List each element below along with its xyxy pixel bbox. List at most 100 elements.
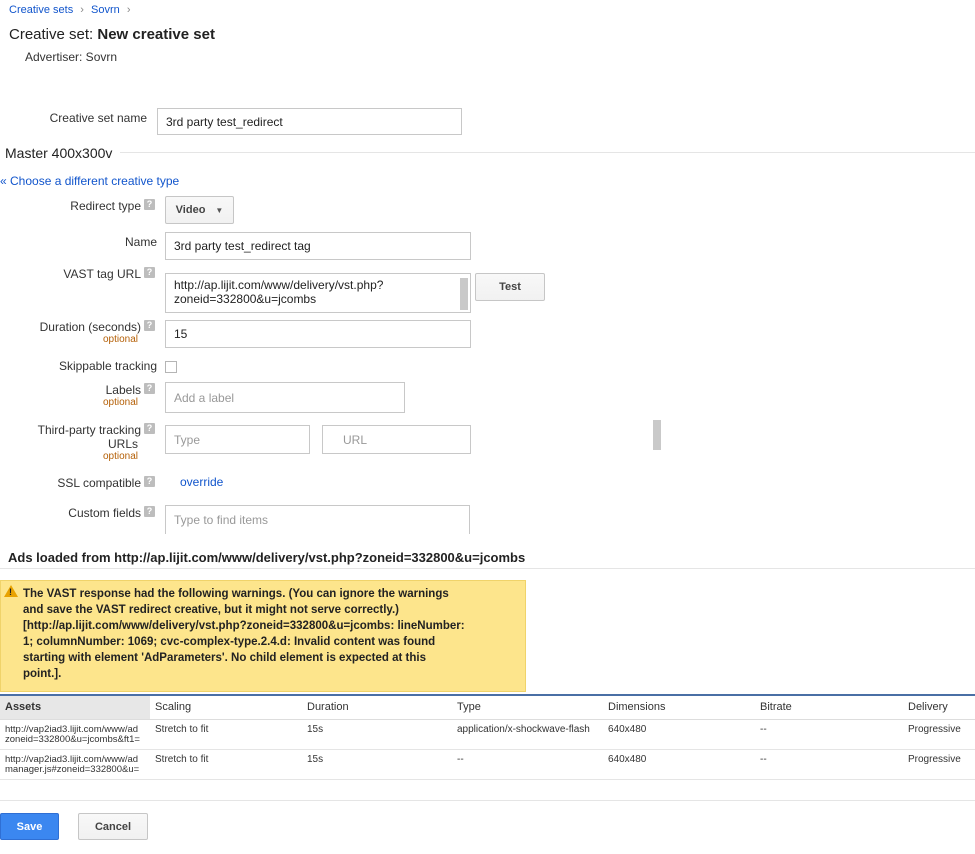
name-label: Name xyxy=(124,235,157,249)
asset-url-cell[interactable]: http://vap2iad3.lijit.com/www/ad zoneid=… xyxy=(0,719,150,750)
warning-icon: ! xyxy=(4,585,18,597)
redirect-type-label-text: Redirect type xyxy=(70,199,141,213)
footer-divider xyxy=(0,800,975,801)
ads-loaded-title: Ads loaded from http://ap.lijit.com/www/… xyxy=(8,550,526,565)
breadcrumb-sovrn[interactable]: Sovrn xyxy=(91,4,120,16)
third-party-optional: optional xyxy=(102,451,138,462)
asset-url-line2: manager.js#zoneid=332800&u= xyxy=(5,763,140,775)
page-title: Creative set: New creative set xyxy=(9,26,215,43)
vast-warning-box: ! The VAST response had the following wa… xyxy=(0,580,526,692)
type-cell: application/x-shockwave-flash xyxy=(452,719,603,750)
third-party-type-input[interactable]: Type xyxy=(165,425,310,454)
labels-optional: optional xyxy=(102,397,138,408)
help-icon[interactable]: ? xyxy=(144,199,155,210)
creative-set-name-label: Creative set name xyxy=(49,111,147,125)
asset-url-line2: zoneid=332800&u=jcombs&ft1= xyxy=(5,733,140,745)
delivery-cell: Progressive xyxy=(903,749,975,780)
chevron-down-icon: ▼ xyxy=(215,205,224,215)
breadcrumb: Creative sets › Sovrn › xyxy=(9,4,134,16)
duration-label: Duration (seconds)? optional xyxy=(20,320,155,345)
table-row[interactable]: http://vap2iad3.lijit.com/www/ad zoneid=… xyxy=(0,719,975,750)
warning-line: point.]. xyxy=(23,668,62,680)
labels-label-text: Labels xyxy=(105,383,141,397)
column-header-dimensions[interactable]: Dimensions xyxy=(603,694,755,720)
asset-url-line1: http://vap2iad3.lijit.com/www/ad xyxy=(5,723,139,735)
creative-set-name-value: 3rd party test_redirect xyxy=(166,114,283,129)
table-row[interactable]: http://vap2iad3.lijit.com/www/ad manager… xyxy=(0,749,975,780)
column-header-bitrate[interactable]: Bitrate xyxy=(755,694,903,720)
ads-loaded-divider xyxy=(0,568,975,569)
duration-cell: 15s xyxy=(302,749,452,780)
third-party-label-line1: Third-party tracking xyxy=(37,423,141,437)
help-icon[interactable]: ? xyxy=(144,383,155,394)
warning-icon-glyph: ! xyxy=(9,587,12,597)
asset-url-cell[interactable]: http://vap2iad3.lijit.com/www/ad manager… xyxy=(0,749,150,780)
duration-value: 15 xyxy=(174,327,188,341)
name-value: 3rd party test_redirect tag xyxy=(174,239,311,253)
duration-input[interactable]: 15 xyxy=(165,320,471,348)
column-header-scaling[interactable]: Scaling xyxy=(150,694,302,720)
vast-tag-url-line2: zoneid=332800&u=jcombs xyxy=(174,292,317,306)
ssl-override-link[interactable]: override xyxy=(180,475,223,489)
scrollbar-thumb[interactable] xyxy=(653,420,661,450)
test-button[interactable]: Test xyxy=(475,273,545,301)
third-party-url-input[interactable]: URL xyxy=(322,425,471,454)
third-party-type-placeholder: Type xyxy=(174,432,201,447)
column-header-assets[interactable]: Assets xyxy=(0,694,150,720)
column-header-delivery[interactable]: Delivery xyxy=(903,694,975,720)
advertiser-label: Advertiser: Sovrn xyxy=(25,50,118,64)
name-input[interactable]: 3rd party test_redirect tag xyxy=(165,232,471,260)
help-icon[interactable]: ? xyxy=(144,506,155,517)
help-icon[interactable]: ? xyxy=(144,267,155,278)
duration-optional: optional xyxy=(102,334,138,345)
page-title-prefix: Creative set: xyxy=(9,26,98,43)
duration-cell: 15s xyxy=(302,719,452,750)
scaling-cell: Stretch to fit xyxy=(150,749,302,780)
save-button[interactable]: Save xyxy=(0,813,59,840)
master-title: Master 400x300v xyxy=(5,145,113,161)
delivery-cell: Progressive xyxy=(903,719,975,750)
labels-input[interactable]: Add a label xyxy=(165,382,405,413)
creative-set-name-input[interactable]: 3rd party test_redirect xyxy=(157,108,462,135)
warning-line: The VAST response had the following warn… xyxy=(23,588,449,600)
warning-line: starting with element 'AdParameters'. No… xyxy=(23,652,426,664)
redirect-type-dropdown[interactable]: Video ▼ xyxy=(165,196,234,224)
help-icon[interactable]: ? xyxy=(144,423,155,434)
textarea-scrollbar[interactable] xyxy=(460,278,468,310)
custom-fields-placeholder: Type to find items xyxy=(174,513,269,527)
labels-placeholder: Add a label xyxy=(174,390,235,405)
bitrate-cell: -- xyxy=(755,749,903,780)
custom-fields-label: Custom fields? xyxy=(20,506,155,520)
third-party-tracking-label: Third-party tracking? URLs optional xyxy=(20,423,155,462)
breadcrumb-separator: › xyxy=(126,4,131,16)
column-header-type[interactable]: Type xyxy=(452,694,603,720)
ssl-compatible-label: SSL compatible? xyxy=(20,476,155,490)
help-icon[interactable]: ? xyxy=(144,320,155,331)
dimensions-cell: 640x480 xyxy=(603,749,755,780)
column-header-duration[interactable]: Duration xyxy=(302,694,452,720)
custom-fields-input[interactable]: Type to find items xyxy=(165,505,470,534)
cancel-button[interactable]: Cancel xyxy=(78,813,148,840)
breadcrumb-separator: › xyxy=(80,4,84,16)
warning-text: The VAST response had the following warn… xyxy=(23,586,513,682)
vast-tag-url-label: VAST tag URL? xyxy=(20,267,155,281)
table-header-row: Assets Scaling Duration Type Dimensions … xyxy=(0,694,975,720)
breadcrumb-creative-sets[interactable]: Creative sets xyxy=(9,4,73,16)
asset-url-line1: http://vap2iad3.lijit.com/www/ad xyxy=(5,753,139,765)
vast-tag-url-textarea[interactable]: http://ap.lijit.com/www/delivery/vst.php… xyxy=(165,273,471,313)
warning-line: and save the VAST redirect creative, but… xyxy=(23,604,399,616)
ssl-label-text: SSL compatible xyxy=(57,476,141,490)
skippable-tracking-label: Skippable tracking xyxy=(58,359,157,373)
redirect-type-label: Redirect type? xyxy=(20,199,155,213)
vast-tag-url-label-text: VAST tag URL xyxy=(63,267,141,281)
assets-table: Assets Scaling Duration Type Dimensions … xyxy=(0,694,975,780)
choose-creative-type-link[interactable]: « Choose a different creative type xyxy=(0,174,179,188)
vast-tag-url-line1: http://ap.lijit.com/www/delivery/vst.php… xyxy=(174,278,384,292)
master-divider xyxy=(120,152,975,153)
third-party-url-placeholder: URL xyxy=(343,432,368,447)
help-icon[interactable]: ? xyxy=(144,476,155,487)
warning-line: [http://ap.lijit.com/www/delivery/vst.ph… xyxy=(23,620,465,632)
custom-fields-label-text: Custom fields xyxy=(68,506,141,520)
skippable-tracking-checkbox[interactable] xyxy=(165,361,177,373)
page-title-name: New creative set xyxy=(97,26,215,43)
